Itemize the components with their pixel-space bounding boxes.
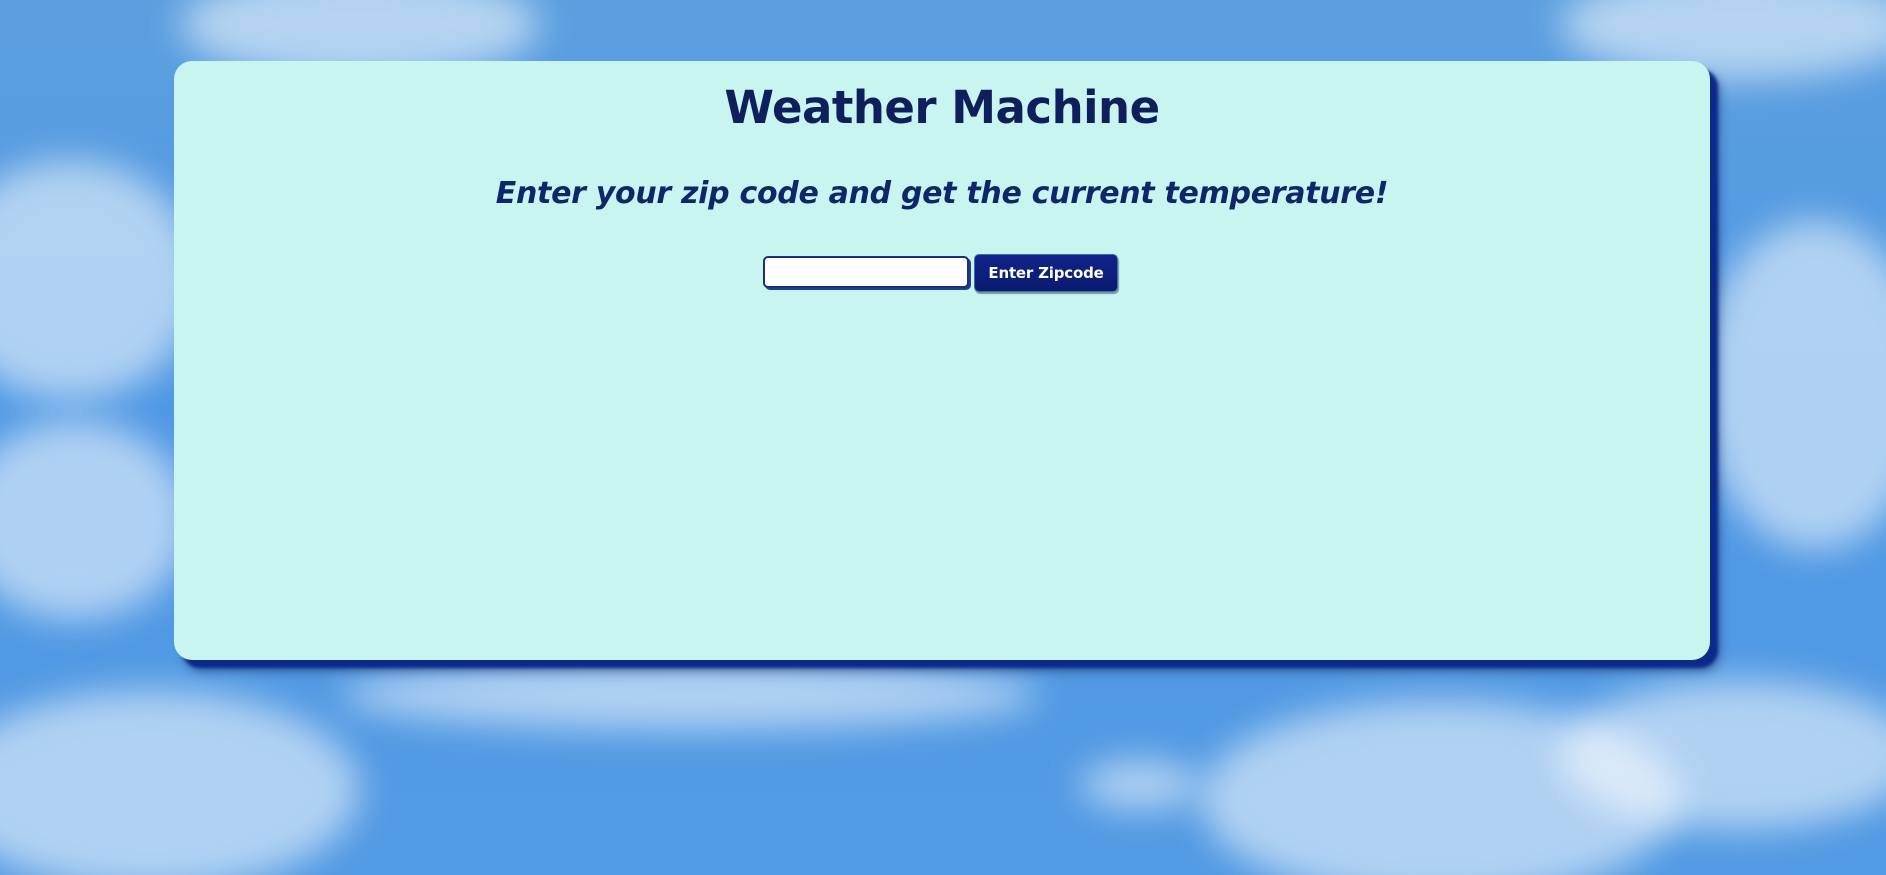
zip-input[interactable]: [763, 256, 969, 288]
page-subtitle: Enter your zip code and get the current …: [495, 176, 1389, 211]
page-title: Weather Machine: [724, 81, 1160, 134]
cloud: [0, 690, 360, 875]
cloud: [0, 420, 190, 620]
enter-zipcode-button[interactable]: Enter Zipcode: [974, 254, 1118, 292]
weather-card: Weather Machine Enter your zip code and …: [174, 61, 1710, 660]
cloud: [1080, 760, 1200, 810]
cloud: [0, 160, 200, 400]
cloud: [1700, 220, 1886, 550]
cloud: [340, 660, 1040, 730]
zip-form: Enter Zipcode: [763, 254, 1118, 292]
